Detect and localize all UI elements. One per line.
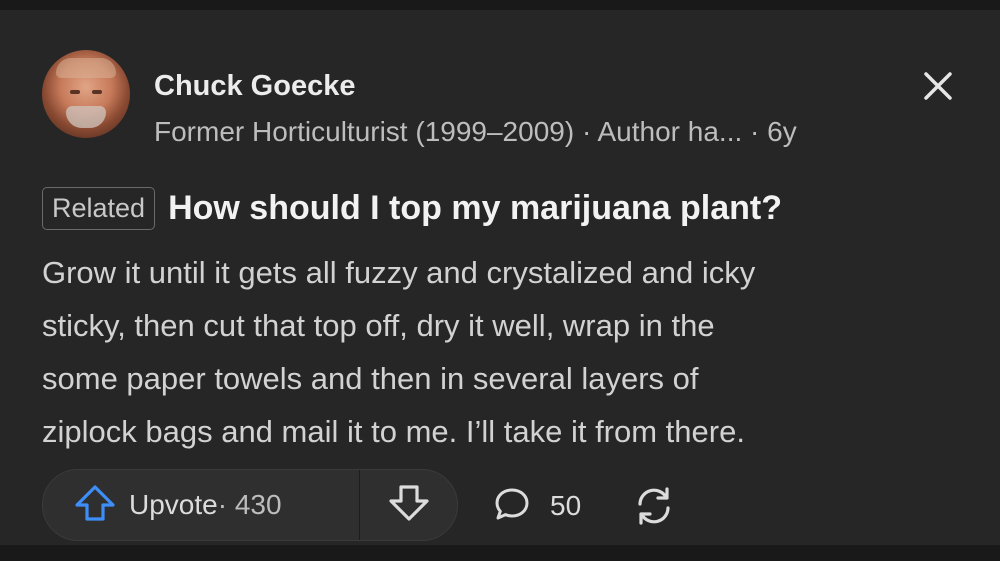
question-title[interactable]: How should I top my marijuana plant? — [168, 189, 782, 228]
answer-line: some paper towels and then in several la… — [42, 361, 699, 396]
close-icon[interactable] — [922, 70, 954, 102]
related-badge: Related — [42, 186, 156, 230]
downvote-button[interactable] — [360, 470, 457, 540]
answer-card: Chuck Goecke Former Horticulturist (1999… — [0, 10, 1000, 545]
author-name[interactable]: Chuck Goecke — [154, 70, 355, 103]
answer-body: Grow it until it gets all fuzzy and crys… — [42, 246, 972, 458]
comments-button[interactable]: 50 — [492, 482, 581, 530]
arrow-up-icon — [73, 483, 117, 528]
related-question-row: Related How should I top my marijuana pl… — [42, 184, 782, 232]
share-icon[interactable] — [632, 484, 676, 528]
author-credential: Former Horticulturist (1999–2009) · Auth… — [154, 116, 797, 147]
answer-line: sticky, then cut that top off, dry it we… — [42, 308, 715, 343]
vote-pill: Upvote · 430 — [42, 469, 458, 541]
arrow-down-icon — [387, 483, 431, 528]
comments-count: 50 — [550, 490, 582, 521]
upvote-button[interactable]: Upvote · 430 — [43, 470, 359, 540]
upvote-count: · 430 — [217, 489, 282, 520]
avatar[interactable] — [42, 50, 130, 138]
answer-line: Grow it until it gets all fuzzy and crys… — [42, 255, 756, 290]
comment-bubble-icon — [492, 484, 532, 529]
answer-line: ziplock bags and mail it to me. I’ll tak… — [42, 414, 745, 449]
upvote-label: Upvote — [129, 489, 218, 520]
